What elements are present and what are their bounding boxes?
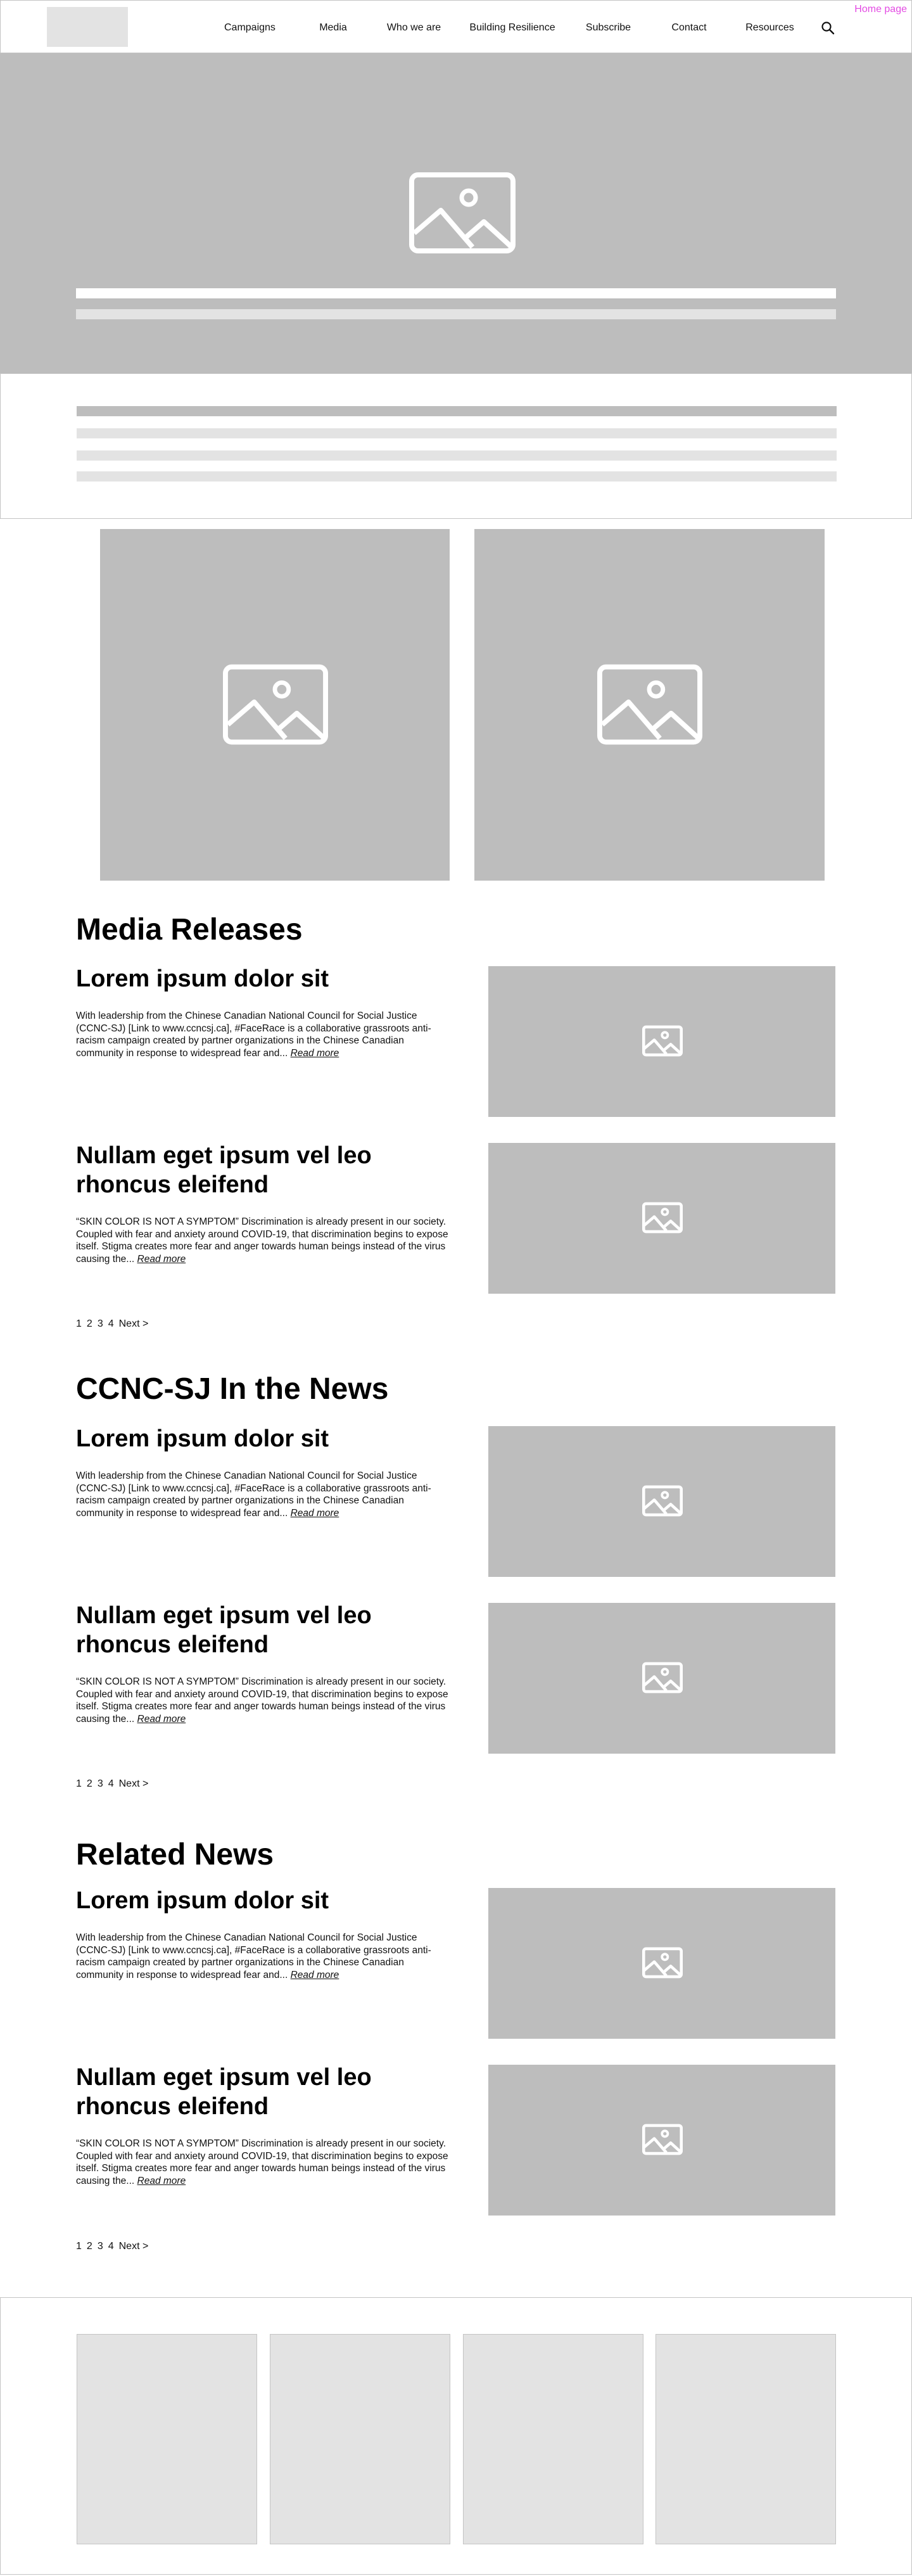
next-page-link[interactable]: Next > bbox=[119, 1318, 149, 1329]
section-title-media-releases: Media Releases bbox=[76, 913, 303, 947]
image-placeholder-icon bbox=[642, 1202, 683, 1234]
image-placeholder-icon bbox=[409, 172, 516, 253]
page-link[interactable]: 4 bbox=[108, 1318, 114, 1329]
image-placeholder-icon bbox=[642, 1025, 683, 1057]
read-more-link[interactable]: Read more bbox=[291, 1508, 339, 1519]
nav-subscribe[interactable]: Subscribe bbox=[581, 22, 635, 34]
page-link[interactable]: 2 bbox=[87, 1778, 92, 1789]
read-more-link[interactable]: Read more bbox=[137, 1254, 186, 1265]
feature-image[interactable] bbox=[474, 529, 825, 881]
intro-text-line bbox=[77, 406, 837, 416]
nav-who-we-are[interactable]: Who we are bbox=[381, 22, 447, 34]
article-excerpt: With leadership from the Chinese Canadia… bbox=[76, 1470, 431, 1519]
footer-card[interactable] bbox=[656, 2334, 836, 2544]
read-more-link[interactable]: Read more bbox=[291, 1970, 339, 1980]
nav-resources[interactable]: Resources bbox=[740, 22, 800, 34]
article-excerpt: “SKIN COLOR IS NOT A SYMPTOM” Discrimina… bbox=[76, 2138, 448, 2186]
article-title[interactable]: Nullam eget ipsum vel leo rhoncus eleife… bbox=[76, 2063, 431, 2121]
image-placeholder-icon bbox=[642, 1485, 683, 1517]
read-more-link[interactable]: Read more bbox=[137, 1714, 186, 1725]
footer-card[interactable] bbox=[77, 2334, 257, 2544]
intro-text-line bbox=[77, 471, 837, 481]
intro-text-line bbox=[77, 450, 837, 461]
section-title-related-news: Related News bbox=[76, 1838, 274, 1871]
hero-text-line bbox=[76, 309, 836, 319]
image-placeholder-icon bbox=[223, 664, 328, 745]
image-placeholder-icon bbox=[642, 1947, 683, 1979]
image-placeholder-icon bbox=[642, 1662, 683, 1693]
hero-text-line bbox=[76, 288, 836, 298]
read-more-link[interactable]: Read more bbox=[137, 2176, 186, 2186]
site-header: Campaigns Media Who we are Building Resi… bbox=[0, 0, 912, 53]
page-link[interactable]: 1 bbox=[76, 1318, 82, 1329]
pagination: 1 2 3 4 Next > bbox=[76, 1778, 153, 1790]
intro-section bbox=[0, 373, 912, 519]
nav-building-resilience[interactable]: Building Resilience bbox=[465, 22, 560, 34]
feature-image[interactable] bbox=[100, 529, 450, 881]
page-link[interactable]: 3 bbox=[98, 2241, 103, 2252]
article-title[interactable]: Lorem ipsum dolor sit bbox=[76, 1886, 431, 1915]
article-image[interactable] bbox=[488, 1888, 835, 2039]
image-placeholder-icon bbox=[597, 664, 702, 745]
page-link[interactable]: 4 bbox=[108, 2241, 114, 2252]
site-footer bbox=[0, 2297, 912, 2575]
page-link[interactable]: 1 bbox=[76, 2241, 82, 2252]
search-icon[interactable] bbox=[821, 21, 835, 35]
nav-media[interactable]: Media bbox=[314, 22, 352, 34]
article-image[interactable] bbox=[488, 1143, 835, 1294]
article-title[interactable]: Lorem ipsum dolor sit bbox=[76, 1424, 431, 1453]
page-link[interactable]: 2 bbox=[87, 2241, 92, 2252]
next-page-link[interactable]: Next > bbox=[119, 2241, 149, 2252]
article-title[interactable]: Lorem ipsum dolor sit bbox=[76, 964, 431, 993]
next-page-link[interactable]: Next > bbox=[119, 1778, 149, 1789]
image-placeholder-icon bbox=[642, 2124, 683, 2155]
pagination: 1 2 3 4 Next > bbox=[76, 1318, 153, 1330]
page-link[interactable]: 2 bbox=[87, 1318, 92, 1329]
article-excerpt: With leadership from the Chinese Canadia… bbox=[76, 1011, 431, 1059]
article-image[interactable] bbox=[488, 966, 835, 1117]
footer-card[interactable] bbox=[463, 2334, 643, 2544]
intro-text-line bbox=[77, 428, 837, 438]
article-excerpt: With leadership from the Chinese Canadia… bbox=[76, 1932, 431, 1980]
article-image[interactable] bbox=[488, 2065, 835, 2216]
logo-placeholder[interactable] bbox=[47, 7, 128, 47]
page-link[interactable]: 4 bbox=[108, 1778, 114, 1789]
footer-card[interactable] bbox=[270, 2334, 450, 2544]
hero-banner bbox=[0, 53, 912, 374]
pagination: 1 2 3 4 Next > bbox=[76, 2241, 153, 2252]
article-title[interactable]: Nullam eget ipsum vel leo rhoncus eleife… bbox=[76, 1141, 431, 1199]
page-link[interactable]: 3 bbox=[98, 1778, 103, 1789]
article-image[interactable] bbox=[488, 1426, 835, 1577]
article-title[interactable]: Nullam eget ipsum vel leo rhoncus eleife… bbox=[76, 1601, 431, 1659]
nav-campaigns[interactable]: Campaigns bbox=[224, 22, 276, 34]
article-excerpt: “SKIN COLOR IS NOT A SYMPTOM” Discrimina… bbox=[76, 1676, 448, 1725]
article-image[interactable] bbox=[488, 1603, 835, 1754]
section-title-in-the-news: CCNC-SJ In the News bbox=[76, 1372, 389, 1406]
page-link[interactable]: 3 bbox=[98, 1318, 103, 1329]
read-more-link[interactable]: Read more bbox=[291, 1048, 339, 1059]
article-excerpt: “SKIN COLOR IS NOT A SYMPTOM” Discrimina… bbox=[76, 1216, 448, 1265]
page-link[interactable]: 1 bbox=[76, 1778, 82, 1789]
nav-contact[interactable]: Contact bbox=[664, 22, 714, 34]
